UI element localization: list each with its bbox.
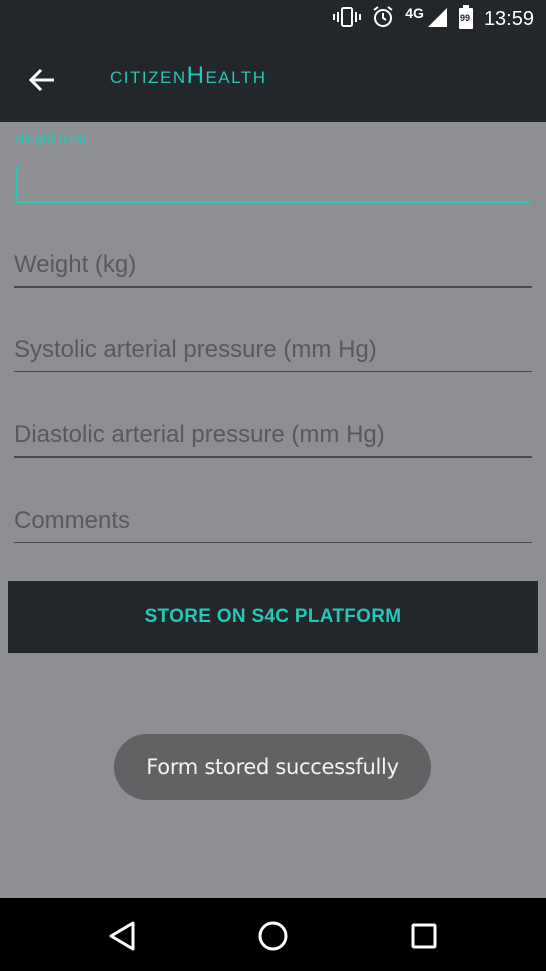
- status-bar: 4G 99 13:59: [0, 0, 546, 38]
- weight-underline: [14, 286, 532, 288]
- weight-field[interactable]: [14, 242, 532, 290]
- height-input[interactable]: [14, 164, 532, 200]
- back-button[interactable]: [22, 60, 62, 100]
- comments-underline: [14, 542, 532, 543]
- back-triangle-icon: [109, 921, 135, 951]
- network-type: 4G: [405, 5, 424, 21]
- app-title: citizenHealth: [110, 62, 267, 89]
- nav-back-button[interactable]: [102, 916, 142, 956]
- systolic-underline: [14, 371, 532, 372]
- systolic-input[interactable]: [14, 331, 532, 369]
- nav-home-button[interactable]: [253, 916, 293, 956]
- diastolic-input[interactable]: [14, 416, 532, 454]
- toast-message: Form stored successfully: [114, 734, 431, 800]
- status-icons: 4G 99 13:59: [333, 0, 534, 38]
- diastolic-field[interactable]: [14, 412, 532, 460]
- store-button[interactable]: STORE ON S4C PLATFORM: [8, 581, 538, 653]
- form-content: Height (cm) STORE ON S4C PLATFORM Form s…: [0, 122, 546, 898]
- height-label: Height (cm): [14, 130, 87, 146]
- arrow-back-icon: [28, 68, 54, 92]
- systolic-field[interactable]: [14, 327, 532, 375]
- recents-square-icon: [411, 923, 437, 949]
- alarm-icon: [371, 5, 395, 34]
- navigation-bar: [0, 898, 546, 971]
- app-bar: citizenHealth: [0, 38, 546, 122]
- height-underline: [14, 201, 532, 203]
- clock: 13:59: [483, 7, 534, 30]
- comments-input[interactable]: [14, 502, 532, 540]
- signal-icon: [426, 6, 448, 33]
- height-field[interactable]: Height (cm): [14, 130, 532, 204]
- home-circle-icon: [258, 921, 288, 951]
- battery-level: 99: [459, 12, 470, 23]
- battery-icon: 99: [458, 4, 474, 34]
- comments-field[interactable]: [14, 498, 532, 546]
- diastolic-underline: [14, 456, 532, 458]
- weight-input[interactable]: [14, 246, 532, 284]
- vibrate-icon: [333, 6, 362, 33]
- nav-recents-button[interactable]: [404, 916, 444, 956]
